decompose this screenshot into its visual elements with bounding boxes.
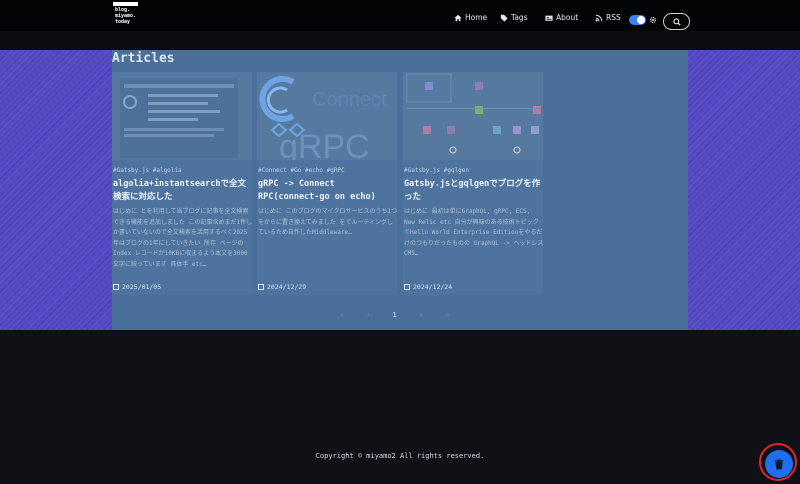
article-card[interactable]: Connect gRPC #Connect #Go #echo #gRPC gR… xyxy=(257,72,397,295)
article-thumbnail xyxy=(403,72,543,160)
article-card[interactable]: #Gatsby.js #algolia algolia+instantsearc… xyxy=(112,72,252,295)
article-tags: #Connect #Go #echo #gRPC xyxy=(258,167,345,174)
tag-icon xyxy=(500,14,508,22)
footer-copyright: Copyright © miyamo2 All rights reserved. xyxy=(315,452,485,460)
article-thumbnail xyxy=(112,72,252,160)
search-icon xyxy=(672,17,681,26)
article-excerpt: はじめに 最初は単にGraphQL, gRPC, ECS, New Relic … xyxy=(404,208,544,257)
pagination: « ‹ 1 › » xyxy=(340,311,449,319)
article-title[interactable]: Gatsby.jsとgqlgenでブログを作った xyxy=(404,178,544,204)
search-button[interactable] xyxy=(663,13,690,30)
article-thumbnail: Connect gRPC xyxy=(257,72,397,160)
about-icon xyxy=(545,15,553,21)
rss-icon xyxy=(595,14,603,21)
calendar-icon xyxy=(113,284,119,290)
page-first[interactable]: « xyxy=(340,311,344,319)
calendar-icon xyxy=(404,284,410,290)
nav-home-label: Home xyxy=(465,13,488,22)
article-tags: #Gatsby.js #algolia xyxy=(113,167,182,174)
nav-tags[interactable]: Tags xyxy=(500,13,528,22)
nav-rss[interactable]: RSS xyxy=(595,13,621,22)
article-date-text: 2025/01/05 xyxy=(122,283,162,291)
article-date: 2025/01/05 xyxy=(113,283,161,291)
nav-home[interactable]: Home xyxy=(454,13,487,22)
page-prev[interactable]: ‹ xyxy=(366,311,370,319)
article-date-text: 2024/12/24 xyxy=(413,283,453,291)
page-last[interactable]: » xyxy=(445,311,449,319)
section-title: Articles xyxy=(112,51,175,66)
page-next[interactable]: › xyxy=(419,311,423,319)
theme-toggle[interactable] xyxy=(629,15,646,25)
article-date-text: 2024/12/29 xyxy=(267,283,307,291)
nav-about[interactable]: About xyxy=(545,13,578,22)
header-shadow xyxy=(0,31,800,50)
article-date: 2024/12/24 xyxy=(404,283,452,291)
floating-action-button[interactable] xyxy=(765,450,793,478)
site-logo[interactable]: blog. miyamo. today xyxy=(114,7,138,25)
article-title[interactable]: algolia+instantsearchで全文検索に対応した xyxy=(113,178,253,204)
logo-bar[interactable] xyxy=(113,2,138,6)
article-card[interactable]: #Gatsby.js #gqlgen Gatsby.jsとgqlgenでブログを… xyxy=(403,72,543,295)
article-date: 2024/12/29 xyxy=(258,283,306,291)
gear-icon[interactable] xyxy=(649,16,657,24)
article-tags: #Gatsby.js #gqlgen xyxy=(404,167,470,174)
home-icon xyxy=(454,14,462,21)
nav-tags-label: Tags xyxy=(511,13,528,22)
nav-about-label: About xyxy=(556,13,579,22)
page-current[interactable]: 1 xyxy=(392,311,396,319)
article-excerpt: はじめに このブログのマイクロサービスのうち1つをからに置き換えてみました をで… xyxy=(258,208,398,236)
trash-icon xyxy=(774,458,784,470)
nav-rss-label: RSS xyxy=(606,13,621,22)
article-title[interactable]: gRPC -> Connect RPC(connect-go on echo) xyxy=(258,178,398,204)
svg-text:Connect: Connect xyxy=(312,89,387,111)
svg-text:gRPC: gRPC xyxy=(279,128,370,160)
calendar-icon xyxy=(258,284,264,290)
article-excerpt: はじめに とを利用して当ブログに記事を全文検索できる機能を追加しました この記事… xyxy=(113,208,253,268)
